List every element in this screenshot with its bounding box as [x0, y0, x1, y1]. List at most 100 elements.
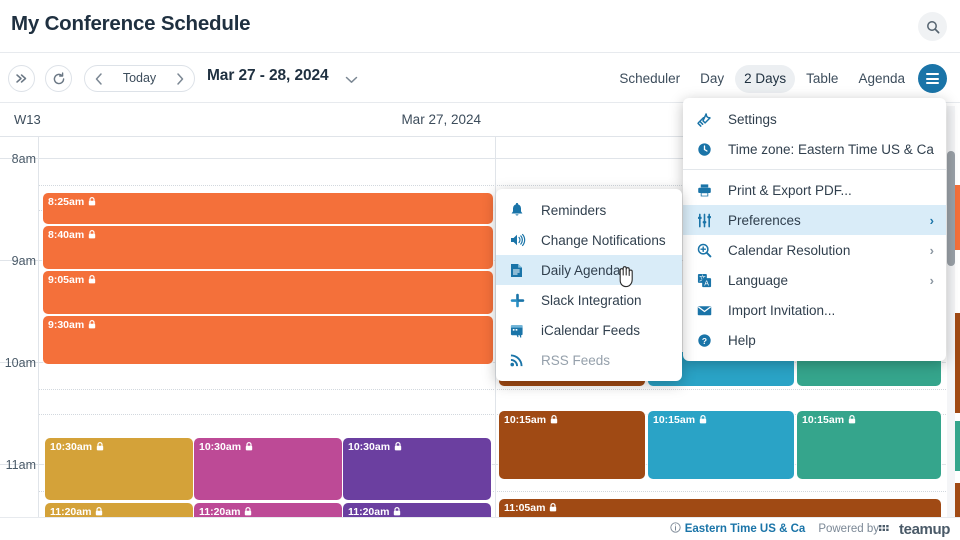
menu-item-label: Help — [728, 332, 756, 348]
hamburger-bar — [926, 77, 939, 80]
offscreen-column-sliver — [955, 103, 960, 517]
calendar-event[interactable]: 11:20am — [194, 503, 342, 517]
lock-icon — [88, 320, 96, 332]
calendar-event[interactable]: 9:30am — [43, 316, 493, 364]
sliders-icon — [697, 213, 717, 228]
brand-name: teamup — [899, 520, 950, 538]
submenu-item-rss-feeds[interactable]: RSS Feeds — [496, 345, 682, 375]
calendar-event[interactable]: 11:20am — [45, 503, 193, 517]
day-date-label-1: Mar 27, 2024 — [401, 112, 481, 127]
settings-dropdown-menu: Settings Time zone: Eastern Time US & Ca — [683, 98, 946, 361]
zoom-in-icon — [697, 243, 717, 258]
envelope-icon — [697, 304, 717, 317]
refresh-button[interactable] — [45, 65, 72, 92]
lock-icon — [95, 507, 103, 517]
menu-item-settings[interactable]: Settings — [683, 104, 946, 134]
lock-icon — [88, 230, 96, 242]
hour-label-9am: 9am — [11, 254, 36, 268]
menu-item-label: Print & Export PDF... — [728, 182, 852, 198]
menu-item-import-invitation[interactable]: Import Invitation... — [683, 295, 946, 325]
chevron-right-icon: › — [929, 272, 934, 288]
event-time: 9:05am — [48, 274, 85, 286]
lock-icon — [699, 415, 707, 427]
event-time: 11:20am — [50, 506, 92, 517]
chevron-right-icon — [177, 72, 184, 85]
menu-item-label: Preferences — [728, 212, 801, 228]
submenu-item-reminders[interactable]: Reminders — [496, 195, 682, 225]
submenu-item-icalendar-feeds[interactable]: iCalendar Feeds — [496, 315, 682, 345]
calendar-event[interactable]: 11:20am — [343, 503, 491, 517]
week-number-label: W13 — [14, 112, 41, 127]
menu-item-language[interactable]: 文 A Language › — [683, 265, 946, 295]
submenu-item-change-notifications[interactable]: Change Notifications — [496, 225, 682, 255]
event-sliver — [955, 483, 960, 517]
event-time: 10:15am — [504, 414, 547, 426]
today-button[interactable]: Today — [113, 66, 166, 91]
submenu-item-label: Reminders — [541, 202, 607, 218]
next-period-button[interactable] — [166, 66, 194, 91]
lock-icon — [245, 442, 253, 454]
calendar-scrollbar-thumb[interactable] — [947, 151, 955, 266]
chevron-right-icon: › — [929, 242, 934, 258]
submenu-item-daily-agenda[interactable]: Daily Agenda — [496, 255, 682, 285]
slack-icon — [510, 293, 530, 308]
hamburger-menu-icon[interactable] — [918, 64, 947, 93]
date-range-label[interactable]: Mar 27 - 28, 2024 — [207, 67, 329, 85]
calendar-event[interactable]: 10:30am — [194, 438, 342, 500]
search-icon[interactable] — [918, 12, 947, 41]
menu-item-help[interactable]: ? Help — [683, 325, 946, 355]
calendar-event[interactable]: 10:30am — [343, 438, 491, 500]
tab-2-days[interactable]: 2 Days — [735, 64, 796, 93]
date-picker-toggle[interactable] — [345, 71, 358, 89]
calendar-event[interactable]: 10:15am — [797, 411, 941, 479]
event-time: 10:15am — [802, 414, 845, 426]
menu-item-print-export[interactable]: Print & Export PDF... — [683, 175, 946, 205]
lock-icon — [88, 275, 96, 287]
submenu-item-label: iCalendar Feeds — [541, 322, 641, 338]
tools-icon — [697, 112, 717, 127]
event-sliver — [955, 421, 960, 471]
calendar-event[interactable]: 8:25am — [43, 193, 493, 224]
tab-day[interactable]: Day — [691, 65, 733, 93]
calendar-event[interactable]: 8:40am — [43, 226, 493, 269]
event-time: 10:30am — [348, 441, 391, 453]
document-icon — [510, 263, 530, 278]
submenu-item-label: RSS Feeds — [541, 352, 611, 368]
view-tabs: Scheduler Day 2 Days Table Agenda — [610, 64, 914, 93]
chevron-down-icon — [345, 76, 358, 83]
tab-agenda[interactable]: Agenda — [849, 65, 914, 93]
tab-scheduler[interactable]: Scheduler — [610, 65, 689, 93]
event-time: 11:20am — [348, 506, 390, 517]
day-column-header-1: W13 Mar 27, 2024 — [0, 103, 495, 137]
submenu-item-label: Change Notifications — [541, 232, 666, 248]
previous-period-button[interactable] — [85, 66, 113, 91]
printer-icon — [697, 183, 717, 198]
lock-icon — [848, 415, 856, 427]
footer-timezone-link[interactable]: Eastern Time US & Ca — [685, 523, 806, 535]
lock-icon — [394, 442, 402, 454]
quarter-line — [38, 389, 946, 390]
expand-sidebar-button[interactable] — [8, 65, 35, 92]
menu-item-preferences[interactable]: Preferences › — [683, 205, 946, 235]
menu-item-calendar-resolution[interactable]: Calendar Resolution › — [683, 235, 946, 265]
menu-item-label: Settings — [728, 111, 777, 127]
calendar-event[interactable]: 10:30am — [45, 438, 193, 500]
lock-icon — [550, 415, 558, 427]
calendar-event[interactable]: 11:05am — [499, 499, 941, 517]
event-time: 11:05am — [504, 502, 546, 514]
submenu-item-slack-integration[interactable]: Slack Integration — [496, 285, 682, 315]
teamup-dots-icon — [879, 524, 892, 535]
calendar-event[interactable]: 10:15am — [648, 411, 794, 479]
event-time: 10:15am — [653, 414, 696, 426]
preferences-submenu: Reminders Change Notifications Daily Age… — [496, 189, 682, 381]
calendar-event[interactable]: 9:05am — [43, 271, 493, 314]
calendar-event[interactable]: 10:15am — [499, 411, 645, 479]
menu-item-label: Time zone: Eastern Time US & Ca — [728, 141, 934, 157]
hour-label-8am: 8am — [11, 152, 36, 166]
menu-item-label: Calendar Resolution — [728, 242, 851, 258]
event-time: 10:30am — [50, 441, 93, 453]
tab-table[interactable]: Table — [797, 65, 847, 93]
menu-item-time-zone[interactable]: Time zone: Eastern Time US & Ca — [683, 134, 946, 164]
calendar-feed-icon — [510, 323, 530, 338]
event-time: 8:40am — [48, 229, 85, 241]
